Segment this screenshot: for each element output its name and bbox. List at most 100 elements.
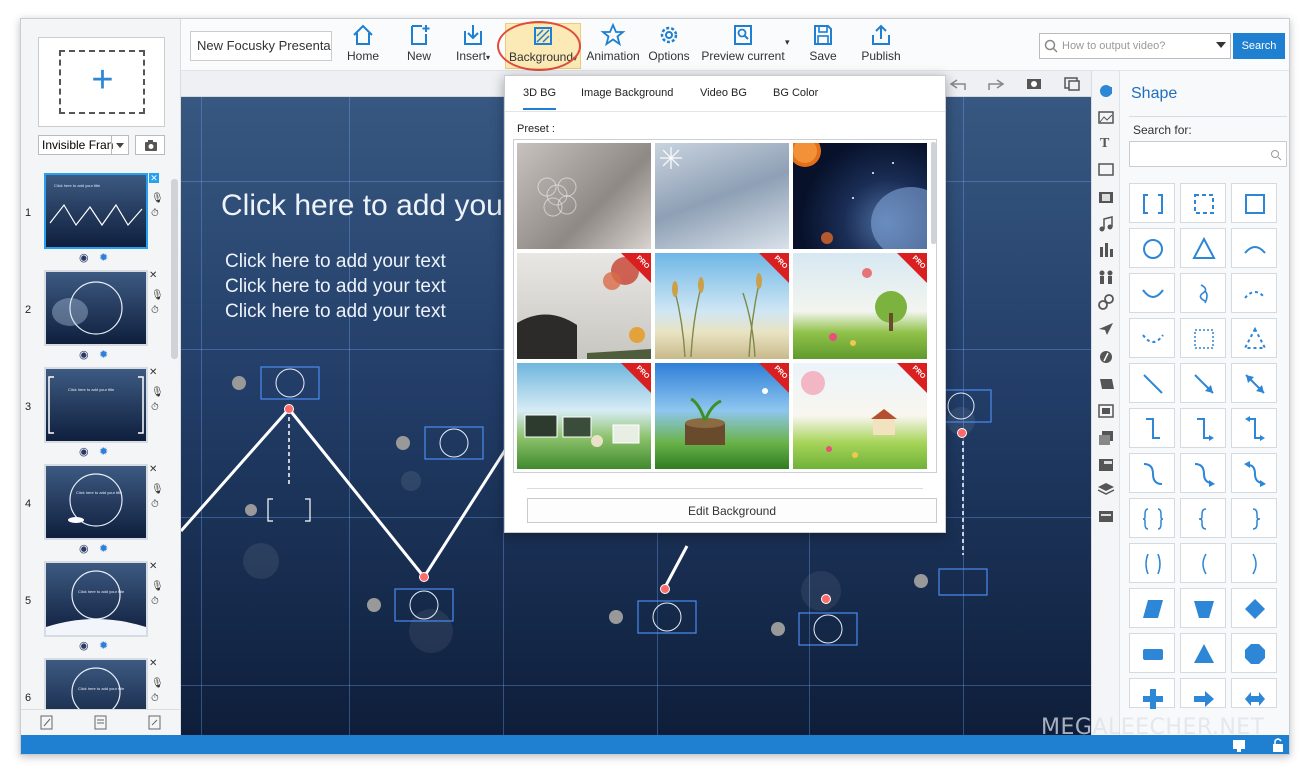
help-search-input[interactable]: How to output video? [1039, 33, 1231, 59]
slide-list-scrollbar[interactable] [171, 179, 178, 359]
camera-button[interactable] [135, 135, 165, 155]
canvas-text-placeholder[interactable]: Click here to add your text [225, 251, 446, 273]
elbow-arrow-shape[interactable] [1180, 408, 1226, 448]
slide-item[interactable]: 3 Click here to add your title ✕ 🎙 ⏱ ◉ ✹ [21, 363, 181, 460]
curve-down-shape[interactable] [1129, 273, 1175, 313]
slide-item[interactable]: 1 Click here to add your title ✕ 🎙 ⏱ ◉ ✹ [21, 169, 181, 266]
gear-icon[interactable]: ✹ [99, 348, 108, 361]
parentheses-shape[interactable] [1129, 543, 1175, 583]
preset-space[interactable] [793, 143, 927, 249]
link-icon[interactable] [1098, 294, 1114, 310]
dashed-rectangle-shape[interactable] [1180, 183, 1226, 223]
rectangle-shape[interactable] [1231, 183, 1277, 223]
publish-button[interactable]: Publish [857, 23, 905, 69]
gallery-scrollbar[interactable] [931, 142, 936, 244]
close-icon[interactable]: ✕ [149, 173, 159, 183]
close-icon[interactable]: ✕ [149, 658, 157, 669]
elbow-double-arrow-shape[interactable] [1231, 408, 1277, 448]
slide-item[interactable]: 2 ✕ 🎙 ⏱ ◉ ✹ [21, 266, 181, 363]
close-icon[interactable]: ✕ [149, 367, 157, 378]
play-icon[interactable]: ◉ [79, 542, 89, 555]
s-curve-arrow-shape[interactable] [1180, 453, 1226, 493]
monitor-icon[interactable] [1233, 740, 1245, 752]
left-brace-shape[interactable] [1180, 498, 1226, 538]
left-paren-shape[interactable] [1180, 543, 1226, 583]
play-icon[interactable]: ◉ [79, 251, 89, 264]
gear-icon[interactable]: ✹ [99, 542, 108, 555]
elbow-connector-shape[interactable] [1129, 408, 1175, 448]
frame-type-select[interactable]: Invisible Fran [38, 135, 129, 155]
options-button[interactable]: Options [647, 23, 691, 69]
stack-icon[interactable] [1097, 483, 1115, 495]
dashed-curve-shape[interactable] [1129, 318, 1175, 358]
dashed-arc-shape[interactable] [1231, 273, 1277, 313]
preview-current-button[interactable]: Preview current [701, 23, 785, 69]
preset-floating-screens[interactable]: PRO [517, 363, 651, 469]
add-frame-button[interactable]: + [38, 37, 165, 127]
canvas-title-placeholder[interactable]: Click here to add you [221, 189, 503, 223]
preset-meadow-tree[interactable]: PRO [793, 253, 927, 359]
insert-button[interactable]: Insert▾ [451, 23, 495, 69]
svg-tool-icon[interactable] [1100, 379, 1114, 389]
play-icon[interactable]: ◉ [79, 639, 89, 652]
timer-icon[interactable]: ⏱ [151, 206, 161, 221]
preset-blossom-village[interactable]: PRO [793, 363, 927, 469]
arrow-line-shape[interactable] [1180, 363, 1226, 403]
music-note-icon[interactable] [1099, 216, 1113, 232]
image-tool-icon[interactable] [1098, 111, 1114, 124]
timer-icon[interactable]: ⏱ [151, 400, 161, 415]
left-right-arrow-shape[interactable] [1231, 678, 1277, 708]
circle-shape[interactable] [1129, 228, 1175, 268]
shape-search-input[interactable] [1129, 141, 1287, 167]
double-arrow-line-shape[interactable] [1231, 363, 1277, 403]
slide-tool-icon[interactable] [1098, 163, 1114, 176]
gear-icon[interactable]: ✹ [99, 251, 108, 264]
timer-icon[interactable]: ⏱ [151, 497, 161, 512]
lock-icon[interactable] [1273, 738, 1283, 752]
video-tool-icon[interactable] [1099, 192, 1113, 203]
timer-icon[interactable]: ⏱ [151, 303, 161, 318]
slide-item[interactable]: 4 Click here to add your title ✕ 🎙 ⏱ ◉ ✹ [21, 460, 181, 557]
characters-tool-icon[interactable] [1099, 270, 1113, 285]
dashed-triangle-shape[interactable] [1231, 318, 1277, 358]
chart-tool-icon[interactable] [1100, 243, 1113, 257]
chevron-down-icon[interactable] [1216, 42, 1226, 48]
gear-icon[interactable]: ✹ [99, 445, 108, 458]
triangle-shape[interactable] [1180, 228, 1226, 268]
canvas-text-placeholder[interactable]: Click here to add your text [225, 276, 446, 298]
right-paren-shape[interactable] [1231, 543, 1277, 583]
preset-soft-gray[interactable] [517, 143, 651, 249]
text-tool-icon[interactable]: T [1100, 136, 1110, 151]
rounded-rectangle-shape[interactable] [1129, 633, 1175, 673]
microphone-icon[interactable]: 🎙 [151, 288, 164, 303]
flash-icon[interactable] [1100, 351, 1112, 363]
play-icon[interactable]: ◉ [79, 348, 89, 361]
canvas-text-placeholder[interactable]: Click here to add your text [225, 301, 446, 323]
s-curve-shape[interactable] [1129, 453, 1175, 493]
s-curve-double-arrow-shape[interactable] [1231, 453, 1277, 493]
edit-note-icon[interactable] [40, 715, 53, 730]
close-icon[interactable]: ✕ [149, 561, 157, 572]
curly-braces-shape[interactable] [1129, 498, 1175, 538]
preset-frost-blue[interactable] [655, 143, 789, 249]
presentation-title-input[interactable]: New Focusky Presenta [190, 31, 332, 61]
search-button[interactable]: Search [1233, 33, 1285, 59]
slide-item[interactable]: 6 Click here to add your title ✕ 🎙 ⏱ [21, 654, 181, 709]
animation-button[interactable]: Animation [585, 23, 641, 69]
album-icon[interactable] [1098, 404, 1114, 418]
tab-image-background[interactable]: Image Background [581, 87, 673, 99]
arc-shape[interactable] [1231, 228, 1277, 268]
microphone-icon[interactable]: 🎙 [151, 579, 164, 594]
save-button[interactable]: Save [803, 23, 843, 69]
line-shape[interactable] [1129, 363, 1175, 403]
preview-dropdown-icon[interactable]: ▾ [785, 37, 790, 48]
notes-icon[interactable] [94, 715, 107, 730]
new-button[interactable]: New [399, 23, 439, 69]
octagon-shape[interactable] [1231, 633, 1277, 673]
export-slides-icon[interactable] [148, 715, 161, 730]
microphone-icon[interactable]: 🎙 [151, 482, 164, 497]
microphone-icon[interactable]: 🎙 [151, 676, 164, 691]
timer-icon[interactable]: ⏱ [151, 594, 161, 609]
parallelogram-shape[interactable] [1129, 588, 1175, 628]
airplane-icon[interactable] [1099, 323, 1113, 335]
